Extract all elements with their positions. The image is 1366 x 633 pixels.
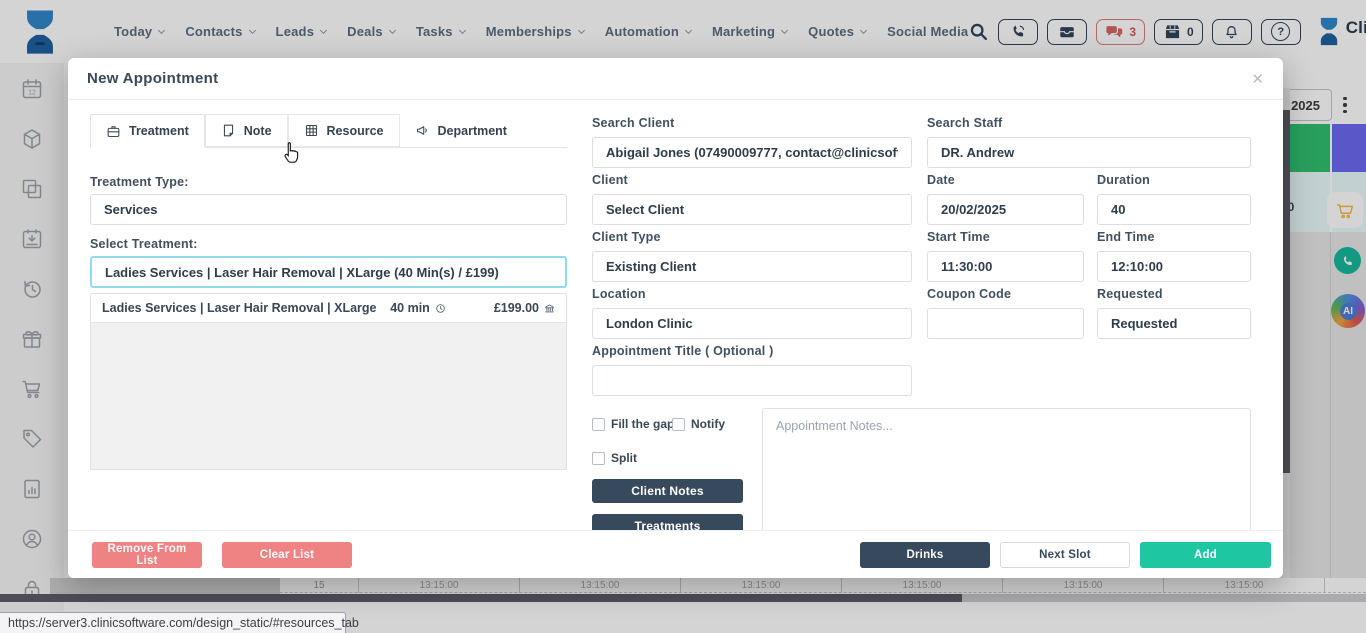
duration-label: Duration	[1097, 173, 1150, 187]
select-treatment-label: Select Treatment:	[90, 237, 198, 251]
remove-from-list-button[interactable]: Remove From List	[92, 542, 202, 568]
tab-resource[interactable]: Resource	[288, 114, 400, 147]
grid-icon	[304, 123, 319, 138]
requested-label: Requested	[1097, 287, 1163, 301]
fill-the-gap-label: Fill the gap	[611, 417, 674, 431]
appointment-title-input[interactable]	[592, 365, 912, 396]
tab-note[interactable]: Note	[205, 114, 288, 147]
notify-label: Notify	[691, 417, 725, 431]
treatment-price: £199.00	[494, 301, 555, 315]
add-button[interactable]: Add	[1140, 542, 1271, 568]
modal-footer: Remove From List Clear List Drinks Next …	[68, 530, 1283, 578]
client-notes-button[interactable]: Client Notes	[592, 479, 743, 503]
client-input[interactable]	[592, 194, 912, 225]
megaphone-icon	[415, 123, 430, 138]
treatment-list: Ladies Services | Laser Hair Removal | X…	[90, 293, 567, 470]
fill-the-gap-checkbox[interactable]	[592, 418, 605, 431]
new-appointment-modal: New Appointment ✕ Treatment Note Resourc…	[68, 58, 1283, 578]
fill-the-gap-option: Fill the gap	[592, 417, 674, 431]
treatment-duration: 40 min	[390, 301, 446, 315]
client-label: Client	[592, 173, 628, 187]
briefcase-icon	[106, 124, 121, 139]
status-url: https://server3.clinicsoftware.com/desig…	[8, 616, 359, 630]
tab-treatment[interactable]: Treatment	[90, 114, 205, 148]
drinks-button[interactable]: Drinks	[860, 542, 990, 568]
date-input[interactable]	[927, 194, 1084, 225]
tab-label: Note	[244, 124, 272, 138]
duration-input[interactable]	[1097, 194, 1251, 225]
date-label: Date	[927, 173, 955, 187]
modal-tabs: Treatment Note Resource Department	[90, 114, 567, 148]
browser-status-bar: https://server3.clinicsoftware.com/desig…	[0, 612, 346, 633]
search-client-label: Search Client	[592, 116, 675, 130]
start-time-input[interactable]	[927, 251, 1084, 282]
appointment-notes-textarea[interactable]	[762, 408, 1251, 532]
treatment-type-label: Treatment Type:	[90, 175, 189, 189]
treatment-name: Ladies Services | Laser Hair Removal | X…	[102, 301, 390, 315]
search-staff-label: Search Staff	[927, 116, 1002, 130]
search-staff-input[interactable]	[927, 137, 1251, 168]
modal-title: New Appointment	[87, 70, 218, 87]
tab-label: Department	[438, 124, 507, 138]
next-slot-button[interactable]: Next Slot	[1000, 542, 1130, 568]
tab-department[interactable]: Department	[400, 114, 522, 147]
clock-icon	[435, 303, 446, 314]
price-text: £199.00	[494, 301, 539, 315]
tab-label: Resource	[327, 124, 384, 138]
notify-checkbox[interactable]	[672, 418, 685, 431]
coupon-code-input[interactable]	[927, 308, 1084, 339]
location-label: Location	[592, 287, 646, 301]
client-type-input[interactable]	[592, 251, 912, 282]
client-type-label: Client Type	[592, 230, 661, 244]
treatment-type-input[interactable]	[90, 194, 567, 225]
notify-option: Notify	[672, 417, 725, 431]
end-time-input[interactable]	[1097, 251, 1251, 282]
appointment-title-label: Appointment Title ( Optional )	[592, 344, 773, 358]
end-time-label: End Time	[1097, 230, 1155, 244]
select-treatment-input[interactable]	[90, 256, 567, 288]
requested-input[interactable]	[1097, 308, 1251, 339]
split-label: Split	[611, 451, 637, 465]
close-icon[interactable]: ✕	[1251, 70, 1264, 88]
treatment-list-row[interactable]: Ladies Services | Laser Hair Removal | X…	[91, 294, 566, 323]
modal-header: New Appointment ✕	[68, 58, 1283, 100]
split-checkbox[interactable]	[592, 452, 605, 465]
split-option: Split	[592, 451, 637, 465]
note-icon	[221, 123, 236, 138]
screen: Today Contacts Leads Deals Tasks Members…	[0, 0, 1366, 633]
duration-text: 40 min	[390, 301, 430, 315]
location-input[interactable]	[592, 308, 912, 339]
tab-label: Treatment	[129, 124, 189, 138]
start-time-label: Start Time	[927, 230, 990, 244]
search-client-input[interactable]	[592, 137, 912, 168]
coupon-code-label: Coupon Code	[927, 287, 1011, 301]
clear-list-button[interactable]: Clear List	[222, 542, 352, 568]
bank-icon	[544, 303, 555, 314]
